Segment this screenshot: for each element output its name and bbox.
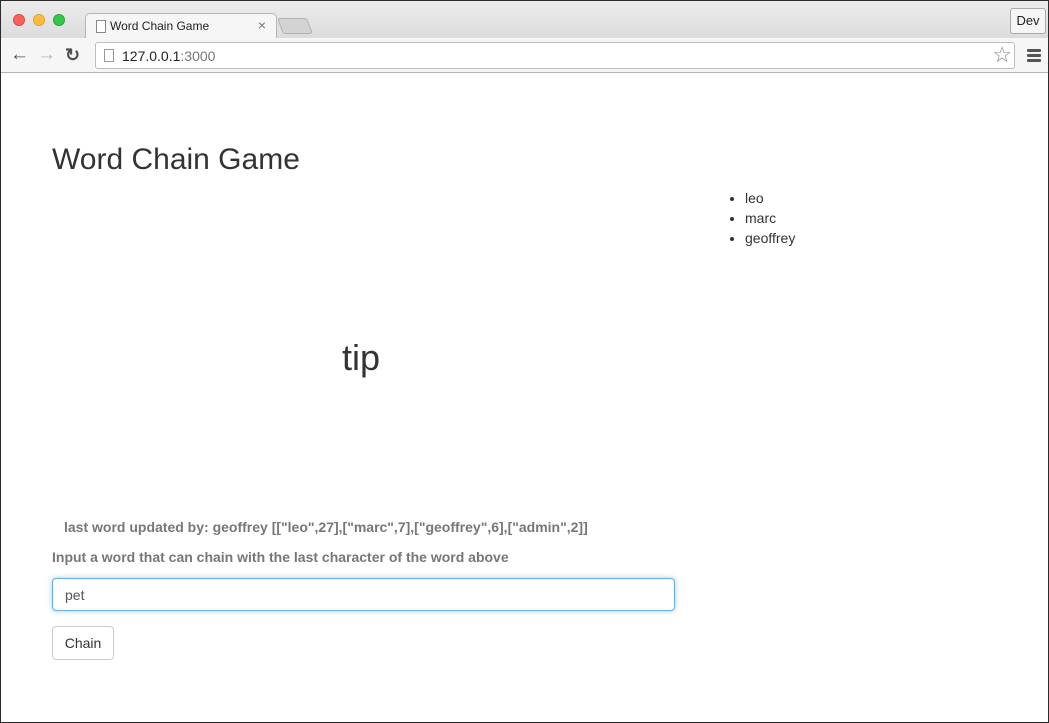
last-update-status: last word updated by: geoffrey [["leo",2… [64,519,588,535]
back-arrow-icon[interactable]: ← [10,44,29,66]
maximize-window-button[interactable] [53,14,65,26]
tab-strip: Word Chain Game × Dev [1,1,1048,39]
page-content: Word Chain Game leo marc geoffrey tip la… [1,74,1048,723]
current-word: tip [342,337,381,378]
url-port: :3000 [180,48,216,64]
input-instruction-label: Input a word that can chain with the las… [52,549,509,565]
browser-window: Word Chain Game × Dev ← → ↻ 127.0.0.1:30… [0,0,1049,723]
word-input[interactable] [52,578,675,611]
close-tab-icon[interactable]: × [258,17,266,33]
page-icon [104,49,114,62]
browser-toolbar: ← → ↻ 127.0.0.1:3000 ☆ [1,38,1048,73]
reload-icon[interactable]: ↻ [65,44,80,66]
dev-profile-button[interactable]: Dev [1010,8,1046,34]
tab-title: Word Chain Game [110,19,210,33]
player-item: leo [745,188,795,208]
minimize-window-button[interactable] [33,14,45,26]
page-icon [96,20,106,33]
url-text[interactable]: 127.0.0.1:3000 [122,48,215,64]
forward-arrow-icon[interactable]: → [37,44,56,66]
chain-button[interactable]: Chain [52,626,114,660]
url-host: 127.0.0.1 [122,48,181,64]
close-window-button[interactable] [13,14,25,26]
new-tab-button[interactable] [277,18,313,34]
hamburger-menu-icon[interactable] [1027,49,1041,64]
player-list: leo marc geoffrey [745,188,795,248]
page-title: Word Chain Game [52,143,300,176]
player-item: marc [745,208,795,228]
tab-word-chain-game[interactable]: Word Chain Game × [85,13,277,39]
address-bar[interactable]: 127.0.0.1:3000 ☆ [95,42,1015,69]
bookmark-star-icon[interactable]: ☆ [992,43,1012,67]
player-item: geoffrey [745,228,795,248]
